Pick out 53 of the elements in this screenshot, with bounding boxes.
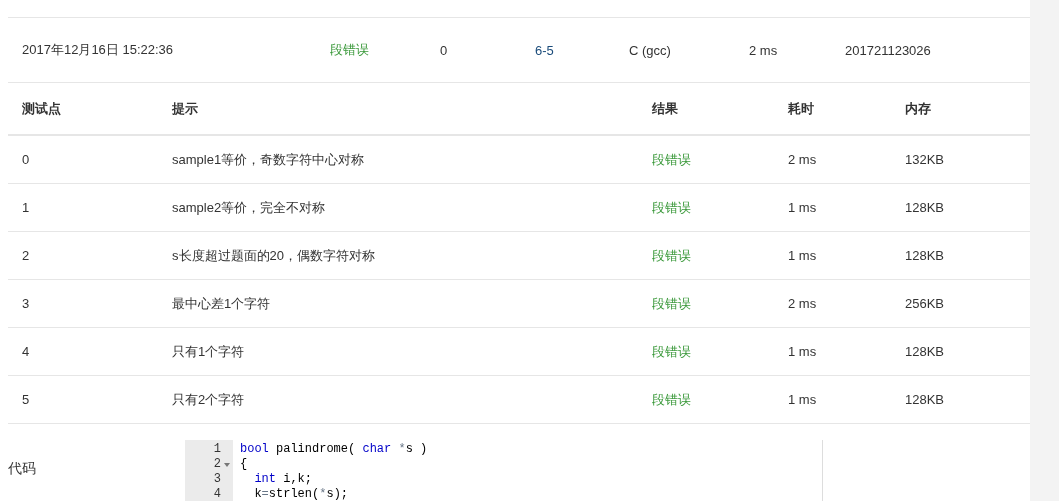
table-cell-text: 只有1个字符 [172,342,246,361]
table-cell-text: 128KB [905,248,946,263]
table-cell-text: 1 ms [788,344,818,359]
result-status: 段错误 [330,41,370,59]
column-header: 内存 [905,99,932,118]
result-status: 段错误 [652,150,692,169]
line-number: 4 [212,487,222,501]
table-cell-text: 2 ms [788,296,818,311]
result-status: 段错误 [652,246,692,265]
run-time: 2 ms [749,42,779,58]
result-status: 段错误 [652,198,692,217]
table-cell-text: 4 [22,344,31,359]
user-id: 201721123026 [845,42,932,58]
table-cell-text: 1 ms [788,200,818,215]
table-cell-text: s长度超过题面的20，偶数字符对称 [172,246,376,265]
table-cell-text: sample2等价，完全不对称 [172,198,327,217]
compiler: C (gcc) [629,42,672,58]
table-cell-text: 2 ms [788,152,818,167]
column-header: 耗时 [788,99,815,118]
column-header: 结果 [652,99,679,118]
table-cell-text: 132KB [905,152,946,167]
table-cell-text: 0 [22,152,31,167]
fold-arrow-icon [224,463,230,467]
score: 0 [440,42,449,58]
table-cell-text: 5 [22,392,31,407]
table-cell-text: 最中心差1个字符 [172,294,272,313]
line-number: 2 [185,457,233,472]
result-status: 段错误 [652,294,692,313]
code-line: { [240,457,249,472]
result-status: 段错误 [652,342,692,361]
table-cell-text: 1 [22,200,31,215]
table-cell-text: 256KB [905,296,946,311]
table-cell-text: sample1等价，奇数字符中心对称 [172,150,366,169]
table-cell-text: 2 [22,248,31,263]
problem-link[interactable]: 6-5 [535,42,629,58]
table-cell-text: 128KB [905,344,946,359]
code-line: int i,k; [253,472,314,487]
code-label: 代码 [8,459,37,478]
line-number: 3 [212,472,222,487]
line-number: 1 [212,442,222,457]
table-cell-text: 1 ms [788,248,818,263]
table-cell-text: 3 [22,296,31,311]
column-header: 提示 [172,99,199,118]
column-header: 测试点 [22,99,62,118]
code-line: bool palindrome( char *s ) [240,442,428,457]
code-editor[interactable]: 1 2 3 4 bool palindrome( char *s ) { int i,k; k=strlen(*s); [185,440,823,501]
table-cell-text: 128KB [905,392,946,407]
table-cell-text: 1 ms [788,392,818,407]
result-status: 段错误 [652,390,692,409]
table-cell-text: 只有2个字符 [172,390,246,409]
code-line: k=strlen(*s); [253,487,350,501]
table-cell-text: 128KB [905,200,946,215]
submit-time: 2017年12月16日 15:22:36 [22,41,175,59]
